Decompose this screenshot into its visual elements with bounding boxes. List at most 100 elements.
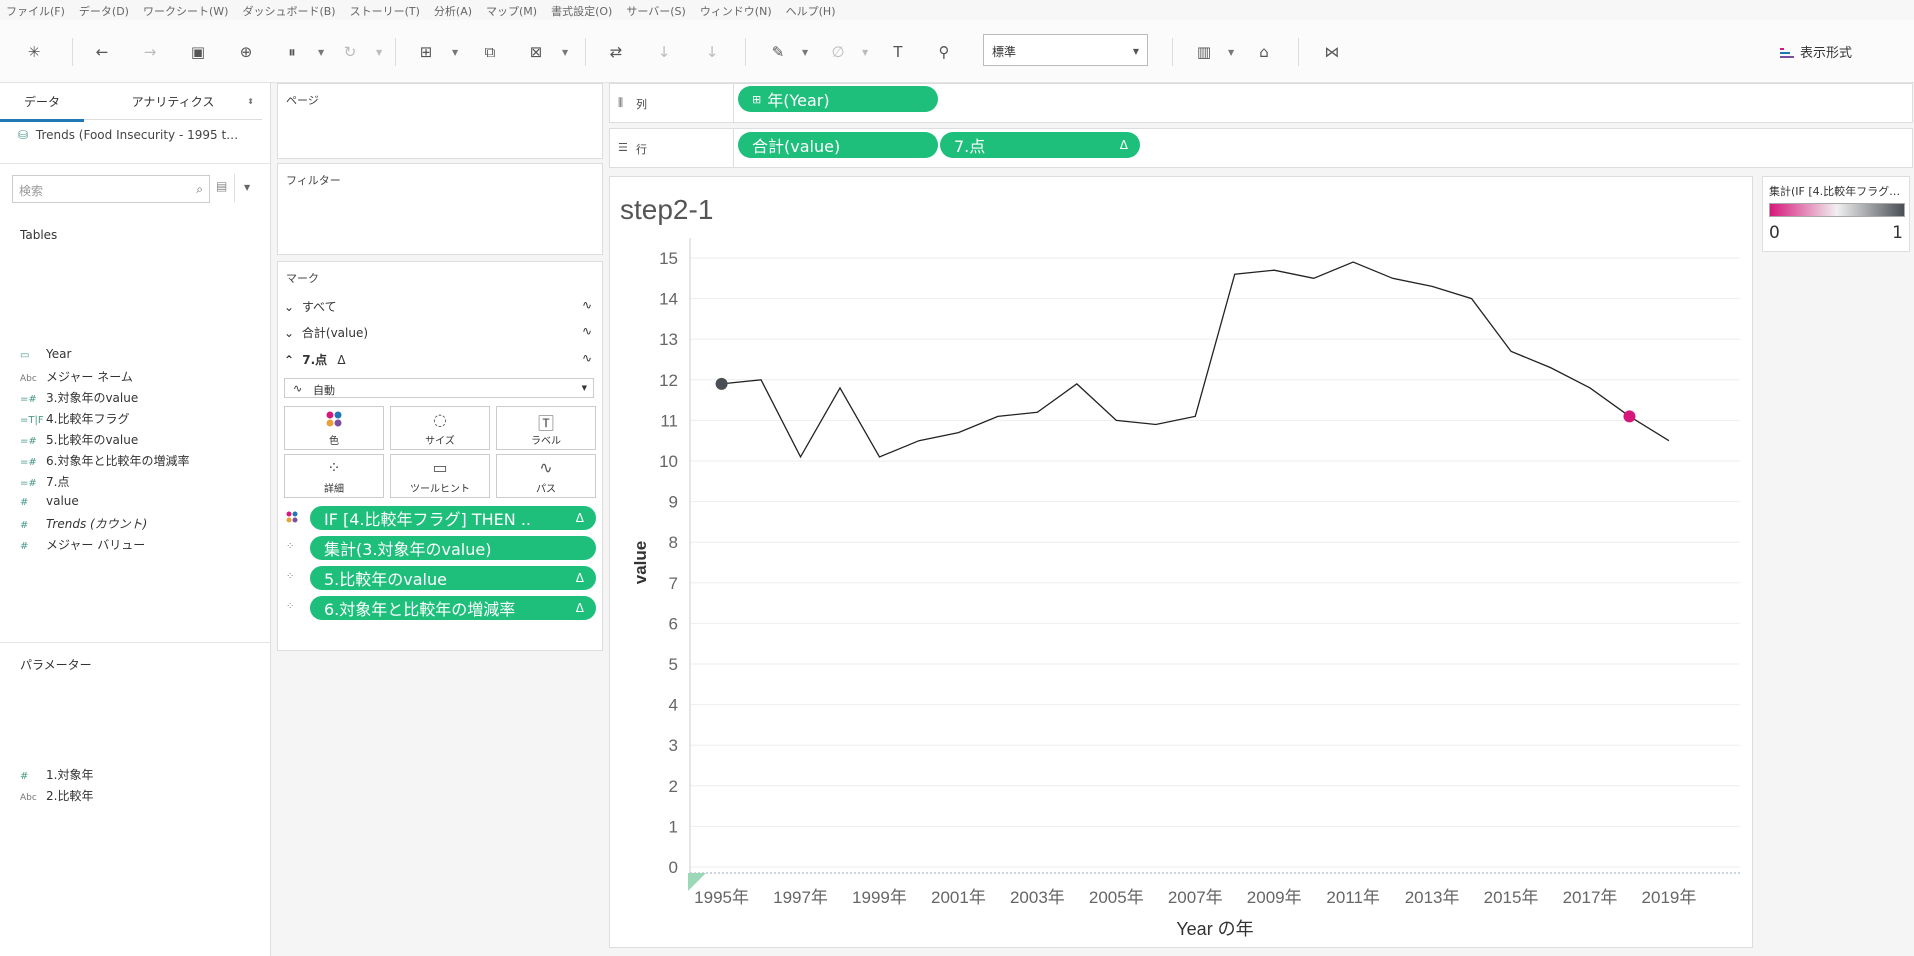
rows-pill-point[interactable]: 7.点 Δ	[940, 132, 1140, 158]
field-item[interactable]: =# 5.比較年のvalue	[20, 431, 138, 448]
menu-item[interactable]: ダッシュボード(B)	[242, 3, 335, 19]
refresh-icon[interactable]: ↻	[338, 40, 362, 64]
chevron-down-icon[interactable]: ▼	[862, 48, 868, 57]
menu-item[interactable]: サーバー(S)	[626, 3, 685, 19]
tab-analytics[interactable]: アナリティクス ⬍	[84, 83, 262, 120]
mark-pill[interactable]: 6.対象年と比較年の増減率 Δ	[310, 596, 596, 620]
field-item[interactable]: ▭ Year	[20, 347, 71, 361]
y-tick-label: 10	[659, 452, 678, 471]
pause-updates-icon[interactable]: ⏸	[280, 40, 304, 64]
mark-pill[interactable]: 集計(3.対象年のvalue)	[310, 536, 596, 560]
marks-point-label: 7.点	[302, 353, 328, 367]
measure-icon: #	[20, 497, 29, 508]
marks-point-row[interactable]: ⌃ 7.点 Δ ∿	[284, 351, 600, 368]
undo-icon[interactable]: ←	[90, 40, 114, 64]
detail-button[interactable]: ⁘ 詳細	[284, 454, 384, 498]
rows-shelf[interactable]: ☰ 行 合計(value) 7.点 Δ	[609, 128, 1913, 168]
field-item[interactable]: # value	[20, 494, 79, 508]
duplicate-sheet-icon[interactable]: ⧉	[478, 40, 502, 64]
new-datasource-icon[interactable]: ⊕	[234, 40, 258, 64]
menu-item[interactable]: 分析(A)	[434, 3, 472, 19]
field-item[interactable]: =# 3.対象年のvalue	[20, 389, 138, 406]
menu-item[interactable]: ワークシート(W)	[143, 3, 228, 19]
menu-item[interactable]: ヘルプ(H)	[786, 3, 836, 19]
clear-sheet-icon[interactable]: ⊠	[524, 40, 548, 64]
sort-descending-icon[interactable]: ↓	[700, 40, 724, 64]
detail-button-label: 詳細	[324, 484, 344, 495]
chevron-down-icon: ⌄	[284, 326, 295, 340]
chevron-down-icon[interactable]: ▼	[452, 48, 458, 57]
pin-icon[interactable]: ⚲	[932, 40, 956, 64]
mark-type-dropdown[interactable]: ∿ 自動 ▼	[284, 378, 594, 398]
field-item[interactable]: =# 6.対象年と比較年の増減率	[20, 452, 189, 469]
columns-pill-year[interactable]: ⊞ 年(Year)	[738, 86, 938, 112]
label-button[interactable]: 🅃 ラベル	[496, 406, 596, 450]
field-item[interactable]: # Trends (カウント)	[20, 515, 147, 532]
mark-type-value: 自動	[313, 384, 335, 397]
path-button[interactable]: ∿ パス	[496, 454, 596, 498]
show-me-label: 表示形式	[1800, 46, 1853, 61]
tooltip-button[interactable]: ▭ ツールヒント	[390, 454, 490, 498]
datasource-item[interactable]: ⛁ Trends (Food Insecurity - 1995 t…	[18, 128, 238, 142]
redo-icon[interactable]: →	[138, 40, 162, 64]
y-tick-label: 1	[669, 817, 678, 836]
tableau-logo-icon[interactable]: ✳	[22, 40, 46, 64]
path-button-label: パス	[536, 484, 556, 495]
share-icon[interactable]: ⋈	[1320, 40, 1344, 64]
search-input[interactable]: 検索 ⌕	[12, 175, 210, 203]
chevron-down-icon[interactable]: ▼	[244, 183, 250, 192]
field-item[interactable]: =# 7.点	[20, 473, 69, 490]
save-icon[interactable]: ▣	[186, 40, 210, 64]
view-list-icon[interactable]: ▤	[216, 179, 227, 193]
show-cards-icon[interactable]: ▥	[1192, 40, 1216, 64]
calc-measure-icon: =#	[20, 436, 37, 447]
menu-item[interactable]: データ(D)	[79, 3, 129, 19]
y-tick-label: 15	[659, 249, 678, 268]
fit-dropdown[interactable]: 標準 ▼	[983, 34, 1148, 66]
marks-all-row[interactable]: ⌄ すべて ∿	[284, 298, 600, 315]
marks-all-label: すべて	[301, 300, 337, 314]
show-me-button[interactable]: 表示形式	[1780, 42, 1852, 61]
color-button[interactable]: 色	[284, 406, 384, 450]
field-item[interactable]: Abc メジャー ネーム	[20, 368, 133, 385]
mark-pill[interactable]: 5.比較年のvalue Δ	[310, 566, 596, 590]
chevron-down-icon[interactable]: ▼	[802, 48, 808, 57]
menu-item[interactable]: ウィンドウ(N)	[700, 3, 772, 19]
new-worksheet-icon[interactable]: ⊞	[414, 40, 438, 64]
chevron-down-icon[interactable]: ▼	[1228, 48, 1234, 57]
parameter-item[interactable]: #1.対象年	[20, 766, 93, 783]
field-item[interactable]: =T|F 4.比較年フラグ	[20, 410, 129, 427]
rows-pill-2-label: 7.点	[954, 137, 986, 156]
chevron-down-icon[interactable]: ▼	[562, 48, 568, 57]
tab-data[interactable]: データ	[0, 83, 84, 122]
size-button[interactable]: ◌ サイズ	[390, 406, 490, 450]
group-icon[interactable]: ∅	[826, 40, 850, 64]
presentation-mode-icon[interactable]: ⌂	[1252, 40, 1276, 64]
color-legend[interactable]: 集計(IF [4.比較年フラグ… 0 1	[1762, 176, 1910, 252]
chevron-down-icon[interactable]: ▼	[318, 48, 324, 57]
marks-sum-row[interactable]: ⌄ 合計(value) ∿	[284, 324, 600, 341]
chevron-down-icon[interactable]: ▼	[376, 48, 382, 57]
menu-item[interactable]: マップ(M)	[486, 3, 537, 19]
menu-item[interactable]: ファイル(F)	[6, 3, 65, 19]
mark-pill[interactable]: IF [4.比較年フラグ] THEN .. Δ	[310, 506, 596, 530]
columns-label: 列	[636, 98, 647, 111]
pages-card[interactable]: ページ	[277, 83, 603, 159]
x-tick-label: 2015年	[1484, 888, 1539, 907]
highlight-icon[interactable]: ✎	[766, 40, 790, 64]
show-labels-icon[interactable]: T	[886, 40, 910, 64]
filters-card[interactable]: フィルター	[277, 163, 603, 255]
parameter-item[interactable]: Abc 2.比較年	[20, 787, 93, 804]
y-tick-label: 8	[669, 533, 678, 552]
sort-ascending-icon[interactable]: ↓	[652, 40, 676, 64]
field-item[interactable]: # メジャー バリュー	[20, 536, 145, 553]
rows-pill-sum-value[interactable]: 合計(value)	[738, 132, 938, 158]
delta-icon: Δ	[575, 571, 584, 585]
menu-item[interactable]: 書式設定(O)	[551, 3, 612, 19]
menu-item[interactable]: ストーリー(T)	[350, 3, 420, 19]
tooltip-icon: ▭	[432, 458, 448, 477]
y-tick-label: 14	[659, 290, 678, 309]
swap-icon[interactable]: ⇄	[604, 40, 628, 64]
columns-shelf[interactable]: ⫼ 列 ⊞ 年(Year)	[609, 83, 1913, 123]
field-label: メジャー バリュー	[46, 538, 146, 552]
